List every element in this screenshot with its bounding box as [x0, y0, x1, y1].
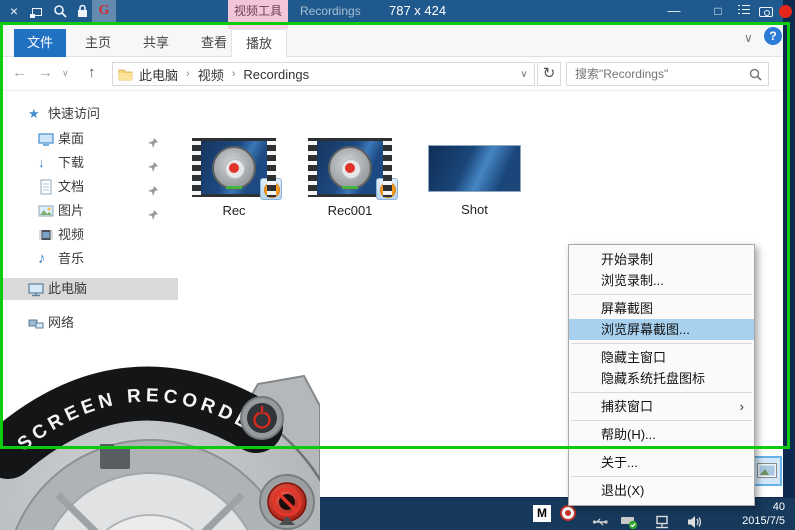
select-window-icon[interactable] [27, 0, 47, 22]
volume-icon[interactable] [686, 506, 704, 530]
region-size-label: 787 x 424 [389, 0, 446, 22]
contextual-tab-group[interactable]: 视频工具 [228, 0, 288, 22]
menu-separator [571, 476, 752, 477]
screenshot-camera-icon[interactable] [756, 0, 776, 22]
menu-list-icon[interactable] [735, 0, 753, 22]
clock-date: 2015/7/5 [703, 514, 785, 528]
menu-item-about[interactable]: 关于... [569, 452, 754, 473]
webcam-mute-button[interactable] [260, 475, 314, 529]
menu-item-exit[interactable]: 退出(X) [569, 480, 754, 501]
record-dot [779, 5, 792, 18]
list-glyph [738, 2, 750, 14]
ime-indicator[interactable]: M [533, 505, 551, 522]
minimize-button[interactable]: — [664, 0, 684, 22]
recording-region-border[interactable] [0, 22, 790, 449]
close-icon[interactable]: × [4, 0, 24, 22]
camera-glyph [759, 7, 773, 17]
maximize-button[interactable]: □ [708, 0, 728, 22]
explorer-titlebar: 视频工具 Recordings 787 x 424 — □ [0, 0, 783, 22]
select-window-glyph [32, 8, 42, 16]
drive-ok-icon[interactable] [620, 505, 638, 530]
network-icon[interactable] [654, 506, 671, 530]
lock-icon[interactable] [72, 0, 92, 22]
recording-tray-icon[interactable] [560, 505, 576, 521]
recorder-logo-g[interactable]: G [92, 0, 116, 22]
tray-flyout-picture-icon[interactable] [752, 456, 782, 486]
record-icon[interactable] [777, 0, 793, 22]
usb-device-icon[interactable] [592, 506, 608, 530]
zoom-icon[interactable] [50, 0, 70, 22]
window-title: Recordings [300, 0, 361, 22]
screen: 视频工具 Recordings 787 x 424 — □ × G 文件 主页 … [0, 0, 795, 530]
